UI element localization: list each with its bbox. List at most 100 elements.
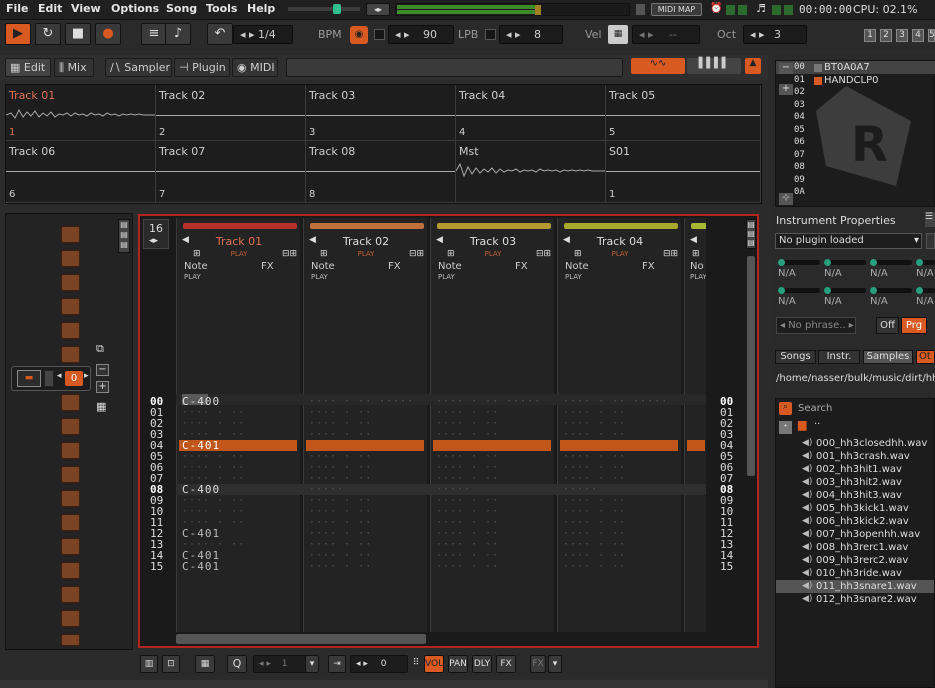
stop-icon[interactable]: ■ [65, 23, 91, 45]
quantize-icon[interactable]: Q [227, 655, 247, 673]
phrase-select[interactable]: ◂ No phrase.. ▸ [776, 317, 856, 334]
tab-instr[interactable]: Instr. [818, 350, 860, 364]
record-icon[interactable]: ● [95, 23, 121, 45]
remove-slot-icon[interactable]: − [96, 364, 109, 376]
single-column-icon[interactable]: ▥ [140, 655, 158, 673]
fx-select[interactable]: FX [530, 655, 546, 673]
instrument-row[interactable]: 09 [776, 175, 935, 187]
menu-options[interactable]: Options [111, 2, 159, 15]
tempo-tap-icon[interactable]: ◉ [350, 26, 368, 44]
sequence-slot[interactable] [61, 610, 80, 627]
pan-toggle[interactable]: PAN [448, 655, 468, 673]
sequence-slot[interactable] [61, 226, 80, 243]
scope-master[interactable]: Mst [456, 141, 606, 203]
sequence-slot[interactable] [61, 346, 80, 363]
current-pattern-editor[interactable]: ▬ ◂ 0 ▸ [11, 366, 91, 391]
pattern-mute[interactable] [44, 370, 54, 387]
macro-slider[interactable] [778, 287, 820, 294]
macro-slider[interactable] [916, 287, 935, 294]
instrument-row[interactable]: 05 [776, 125, 935, 137]
add-fx-column-icon[interactable]: ⊟⊞ [282, 249, 297, 259]
sequence-slot[interactable] [61, 634, 80, 646]
tab-songs[interactable]: Songs [775, 350, 816, 364]
plugin-edit-button[interactable] [926, 233, 935, 249]
macro-slider[interactable] [870, 259, 912, 266]
file-row[interactable]: ◀) 000_hh3closedhh.wav [776, 437, 934, 450]
file-row[interactable]: ◀) 008_hh3rerc1.wav [776, 541, 934, 554]
follow-icon[interactable]: ≡ [141, 23, 167, 45]
add-fx-column-icon[interactable]: ⊟⊞ [663, 249, 678, 259]
bpm-checkbox[interactable] [374, 29, 385, 40]
tab-edit[interactable]: ▦ Edit [5, 58, 51, 77]
scope-track-01[interactable]: Track 01 1 [6, 85, 156, 141]
macro-slider[interactable] [870, 287, 912, 294]
instrument-row[interactable]: 08 [776, 162, 935, 174]
file-row[interactable]: ◀) 001_hh3crash.wav [776, 450, 934, 463]
instrument-row[interactable]: 03 [776, 100, 935, 112]
lpb-checkbox[interactable] [485, 29, 496, 40]
add-column-icon[interactable]: ⊞ [193, 249, 201, 259]
properties-menu-icon[interactable]: ☰ [925, 212, 935, 227]
sequence-slot[interactable] [61, 586, 80, 603]
vol-toggle[interactable]: VOL [424, 655, 444, 673]
instrument-row[interactable]: 0A [776, 187, 935, 199]
instrument-row[interactable]: 04 [776, 112, 935, 124]
instrument-row[interactable]: 02 [776, 87, 935, 99]
sequence-slot[interactable] [61, 490, 80, 507]
track-count-3[interactable]: 3 [896, 29, 908, 42]
add-column-icon[interactable]: ⊞ [447, 249, 455, 259]
browser-path[interactable]: /home/nasser/bulk/music/dirt/hh/ [776, 373, 935, 384]
macro-slider[interactable] [824, 287, 866, 294]
tab-samples[interactable]: Samples [863, 350, 913, 364]
midi-map-button[interactable]: MIDI MAP [651, 3, 702, 16]
lpb-spin[interactable]: ◂ ▸ 8 [499, 25, 563, 44]
macro-slider[interactable] [916, 259, 935, 266]
dly-toggle[interactable]: DLY [472, 655, 492, 673]
menu-view[interactable]: View [71, 2, 101, 15]
loop-icon[interactable]: ↻ [35, 23, 61, 45]
octave-spin[interactable]: ◂ ▸ 3 [743, 25, 807, 44]
edit-step-icon[interactable]: ⇥ [328, 655, 346, 673]
scope-track-02[interactable]: Track 02 2 [156, 85, 306, 141]
scope-track-07[interactable]: Track 07 7 [156, 141, 306, 203]
search-input[interactable]: Search [798, 403, 832, 414]
file-row[interactable]: ◀) 006_hh3kick2.wav [776, 515, 934, 528]
scope-wave-icon[interactable]: ∿∿ [631, 58, 685, 74]
sequence-slot[interactable] [61, 298, 80, 315]
search-icon[interactable]: ⌕ [779, 402, 792, 415]
track-column-05[interactable]: ◀ ⊞ No PLAY [684, 218, 706, 632]
phrase-prg-button[interactable]: Prg [901, 317, 927, 334]
note-cell[interactable]: C-401 [182, 561, 220, 572]
note-cell[interactable]: C-401 [182, 528, 220, 539]
advanced-edit-icon[interactable]: ⊡ [162, 655, 180, 673]
add-fx-column-icon[interactable]: ⊟⊞ [409, 249, 424, 259]
metronome-icon[interactable]: ♪ [165, 23, 191, 45]
scope-track-04[interactable]: Track 04 4 [456, 85, 606, 141]
fx-toggle[interactable]: FX [496, 655, 516, 673]
scope-send-01[interactable]: S01 1 [606, 141, 761, 203]
parent-folder[interactable]: .. [814, 416, 820, 427]
browser-options-icon[interactable]: ⋆ [779, 421, 792, 434]
vertical-scrollbar[interactable] [747, 256, 755, 476]
add-column-icon[interactable]: ⊞ [320, 249, 328, 259]
add-fx-column-icon[interactable]: ⊟⊞ [536, 249, 551, 259]
menu-help[interactable]: Help [247, 2, 275, 15]
tab-other[interactable]: Ot [916, 350, 935, 364]
tab-plugin[interactable]: ⊣ Plugin [174, 58, 230, 77]
edit-step-spin[interactable]: ◂ ▸ 0 [350, 655, 408, 673]
master-volume-slider[interactable] [288, 4, 360, 14]
sequence-slot[interactable] [61, 538, 80, 555]
sequence-slot[interactable] [61, 322, 80, 339]
note-cell[interactable]: C-400 [182, 484, 220, 495]
file-row[interactable]: ◀) 011_hh3snare1.wav [776, 580, 934, 593]
file-row[interactable]: ◀) 009_hh3rerc2.wav [776, 554, 934, 567]
phrase-off-button[interactable]: Off [876, 317, 899, 334]
instrument-row[interactable]: 06 [776, 137, 935, 149]
sequence-slot[interactable] [61, 442, 80, 459]
collapse-left-icon[interactable]: ◀ [563, 235, 570, 245]
clone-pattern-icon[interactable]: ⧉ [96, 342, 104, 356]
scope-track-03[interactable]: Track 03 3 [306, 85, 456, 141]
macro-slider[interactable] [824, 259, 866, 266]
menu-song[interactable]: Song [166, 2, 197, 15]
track-count-5[interactable]: 5 [928, 29, 935, 42]
